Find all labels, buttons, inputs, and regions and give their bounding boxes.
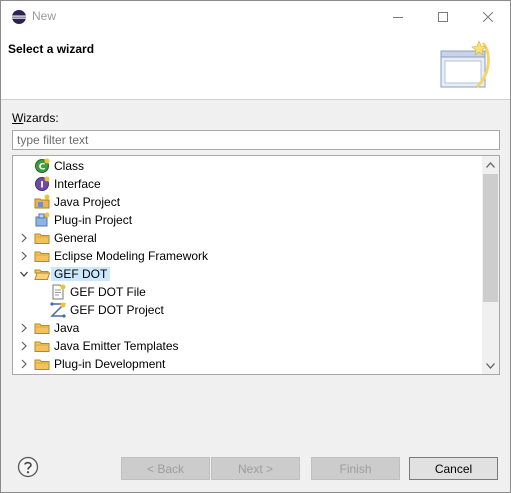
tree-item-label: Class <box>54 159 85 173</box>
tree-item[interactable]: I Interface <box>13 175 483 193</box>
wizard-banner: Select a wizard <box>1 32 510 100</box>
java-project-icon <box>34 194 50 210</box>
help-button[interactable] <box>17 456 39 478</box>
tree-item[interactable]: Java <box>13 319 483 337</box>
back-button[interactable]: < Back <box>121 457 210 480</box>
cancel-button[interactable]: Cancel <box>409 457 498 480</box>
tree-item-label: GEF DOT <box>51 267 111 281</box>
tree-item-label: Plug-in Development <box>54 357 166 371</box>
eclipse-icon <box>12 10 26 24</box>
tree-item-label: Java Emitter Templates <box>54 339 179 353</box>
window-title: New <box>32 9 57 23</box>
chevron-down-icon[interactable] <box>19 268 29 280</box>
tree-item[interactable]: General <box>13 229 483 247</box>
tree-item-label: Interface <box>54 177 101 191</box>
tree-item[interactable]: GEF DOT File <box>13 283 483 301</box>
java-interface-icon: I <box>34 176 50 192</box>
chevron-right-icon[interactable] <box>19 340 29 352</box>
tree-item[interactable]: Plug-in Project <box>13 211 483 229</box>
wizard-tree[interactable]: C Class I Interface Java Project Plug-in Proj… <box>12 155 500 375</box>
folder-icon <box>34 338 50 354</box>
dot-project-icon <box>50 302 66 318</box>
tree-item-label: Java <box>54 321 80 335</box>
finish-button[interactable]: Finish <box>311 457 400 480</box>
maximize-icon <box>437 11 448 22</box>
folder-open-icon <box>34 266 51 282</box>
title-bar[interactable]: New <box>1 1 510 32</box>
help-icon <box>17 456 39 478</box>
folder-icon <box>34 356 50 372</box>
close-icon <box>482 11 493 22</box>
wizards-label-mnemonic: W <box>12 111 24 125</box>
folder-icon <box>34 230 50 246</box>
tree-item-label: General <box>54 231 97 245</box>
tree-item-label: Java Project <box>54 195 121 209</box>
chevron-right-icon[interactable] <box>19 358 29 370</box>
filter-input[interactable] <box>12 130 500 150</box>
tree-item-label: GEF DOT Project <box>70 303 164 317</box>
minimize-icon <box>392 16 403 18</box>
tree-item[interactable]: Plug-in Development <box>13 355 483 373</box>
tree-item[interactable]: GEF DOT Project <box>13 301 483 319</box>
chevron-right-icon[interactable] <box>19 322 29 334</box>
tree-item-label: Eclipse Modeling Framework <box>54 249 209 263</box>
scroll-up-button[interactable] <box>482 156 499 173</box>
next-button[interactable]: Next > <box>211 457 300 480</box>
scroll-down-button[interactable] <box>482 357 499 374</box>
svg-text:C: C <box>39 163 46 173</box>
plugin-project-icon <box>34 212 50 228</box>
tree-item[interactable]: C Class <box>13 157 483 175</box>
chevron-up-icon <box>486 161 495 168</box>
close-button[interactable] <box>465 1 510 32</box>
page-title: Select a wizard <box>8 42 95 56</box>
vertical-scrollbar[interactable] <box>482 156 499 374</box>
folder-icon <box>34 320 50 336</box>
wizards-label: Wizards: <box>12 111 59 125</box>
scroll-thumb[interactable] <box>483 174 498 302</box>
chevron-right-icon[interactable] <box>19 232 29 244</box>
wizards-label-text: izards: <box>23 111 59 125</box>
chevron-right-icon[interactable] <box>19 250 29 262</box>
tree-item-label: Plug-in Project <box>54 213 133 227</box>
tree-item-label: GEF DOT File <box>70 285 146 299</box>
svg-text:I: I <box>40 181 43 191</box>
maximize-button[interactable] <box>420 1 465 32</box>
tree-item[interactable]: GEF DOT <box>13 265 483 283</box>
new-wizard-banner-icon <box>440 40 490 89</box>
folder-icon <box>34 248 50 264</box>
minimize-button[interactable] <box>375 1 420 32</box>
tree-item[interactable]: Eclipse Modeling Framework <box>13 247 483 265</box>
chevron-down-icon <box>486 362 495 369</box>
java-class-icon: C <box>34 158 50 174</box>
dot-file-icon <box>50 284 66 300</box>
tree-item[interactable]: Java Project <box>13 193 483 211</box>
tree-item[interactable]: Java Emitter Templates <box>13 337 483 355</box>
new-wizard-dialog: New Select a wizard Wizards: C Class I Inte… <box>0 0 511 493</box>
